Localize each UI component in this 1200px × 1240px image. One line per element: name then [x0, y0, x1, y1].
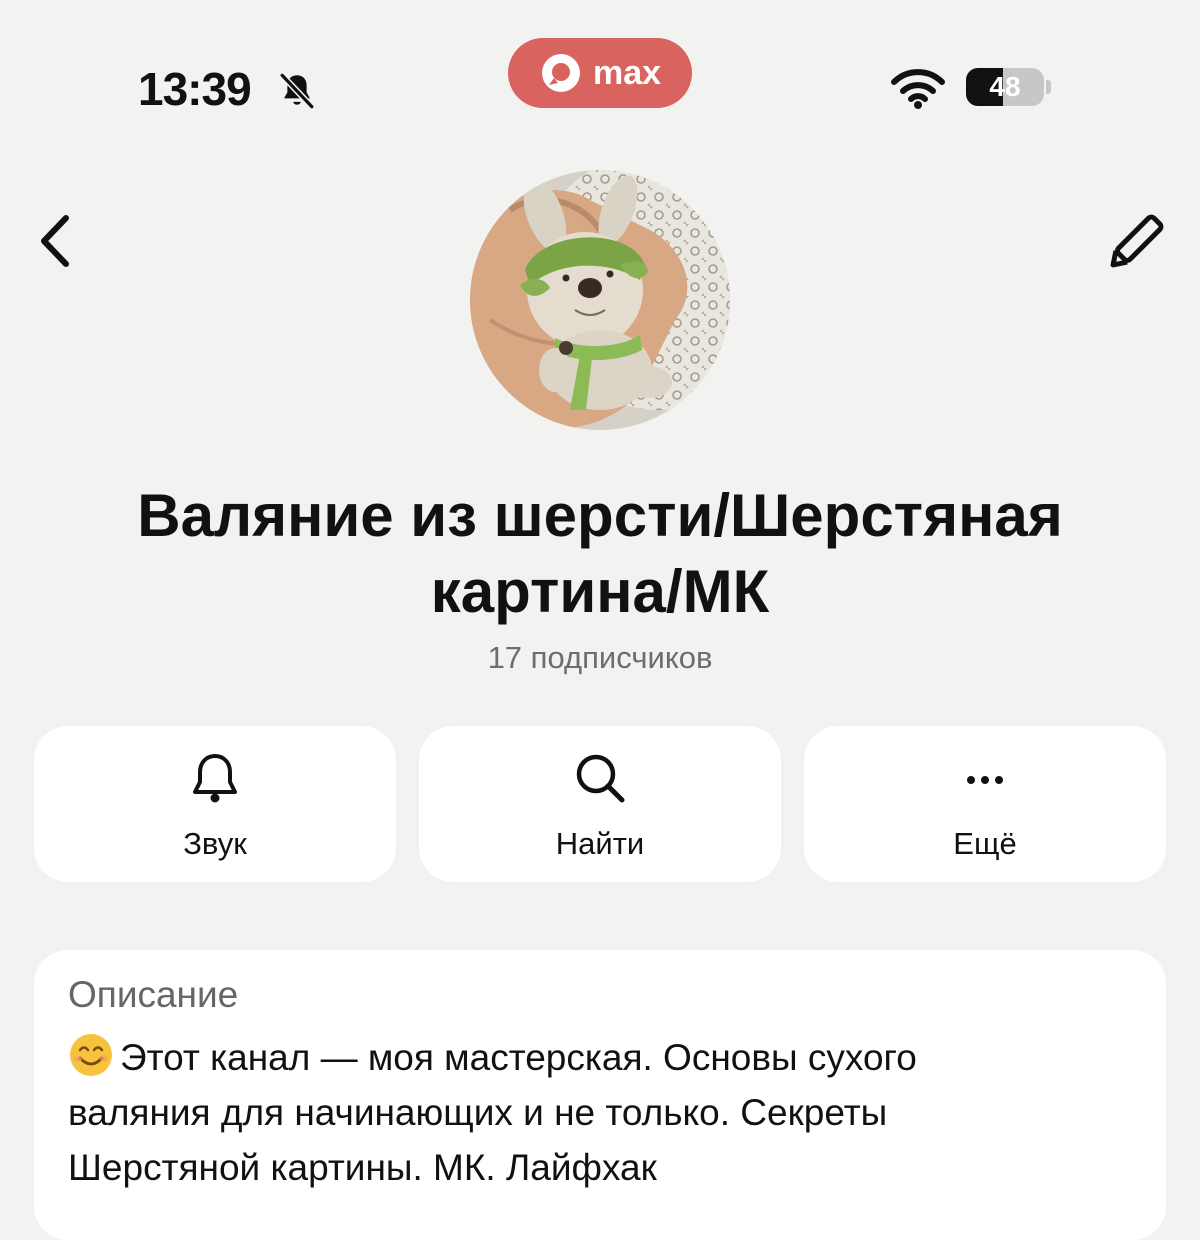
- app-pill[interactable]: max: [508, 38, 692, 108]
- subscriber-count: 17 подписчиков: [487, 640, 713, 675]
- description-text-block: Этот канал — моя мастерская. Основы сухо…: [68, 1030, 1068, 1195]
- app-pill-label: max: [592, 53, 662, 92]
- sound-label: Звук: [183, 826, 247, 861]
- status-time: 13:39: [138, 63, 252, 115]
- more-label: Ещё: [953, 826, 1017, 861]
- battery-cap: [1046, 80, 1051, 94]
- more-dots-icon: [967, 776, 1003, 784]
- max-logo-icon: [541, 54, 580, 92]
- description-text: Этот канал — моя мастерская. Основы сухо…: [68, 1037, 917, 1188]
- more-button[interactable]: Ещё: [804, 726, 1166, 882]
- bell-icon: [193, 754, 237, 803]
- wifi-icon: [891, 69, 945, 109]
- search-label: Найти: [555, 826, 645, 861]
- channel-title: Валяние из шерсти/Шерстяная картина/МК: [137, 482, 1063, 625]
- avatar-image: [470, 170, 730, 430]
- back-button[interactable]: [26, 206, 86, 276]
- search-icon: [576, 754, 625, 803]
- battery-level: 48: [989, 71, 1021, 102]
- battery-indicator: 48: [966, 68, 1044, 106]
- chevron-left-icon: [41, 215, 69, 267]
- edit-button[interactable]: [1100, 208, 1170, 278]
- status-bar: 13:39 max 48: [0, 0, 1200, 130]
- bell-slash-icon: [279, 73, 315, 109]
- description-card: Описание Этот канал — моя мастерская. Ос…: [34, 950, 1166, 1240]
- smiling-face-emoji-icon: [70, 1034, 112, 1076]
- pencil-icon: [1110, 214, 1164, 268]
- description-header: Описание: [68, 974, 239, 1015]
- channel-avatar[interactable]: [470, 170, 730, 430]
- search-button[interactable]: Найти: [419, 726, 781, 882]
- sound-button[interactable]: Звук: [34, 726, 396, 882]
